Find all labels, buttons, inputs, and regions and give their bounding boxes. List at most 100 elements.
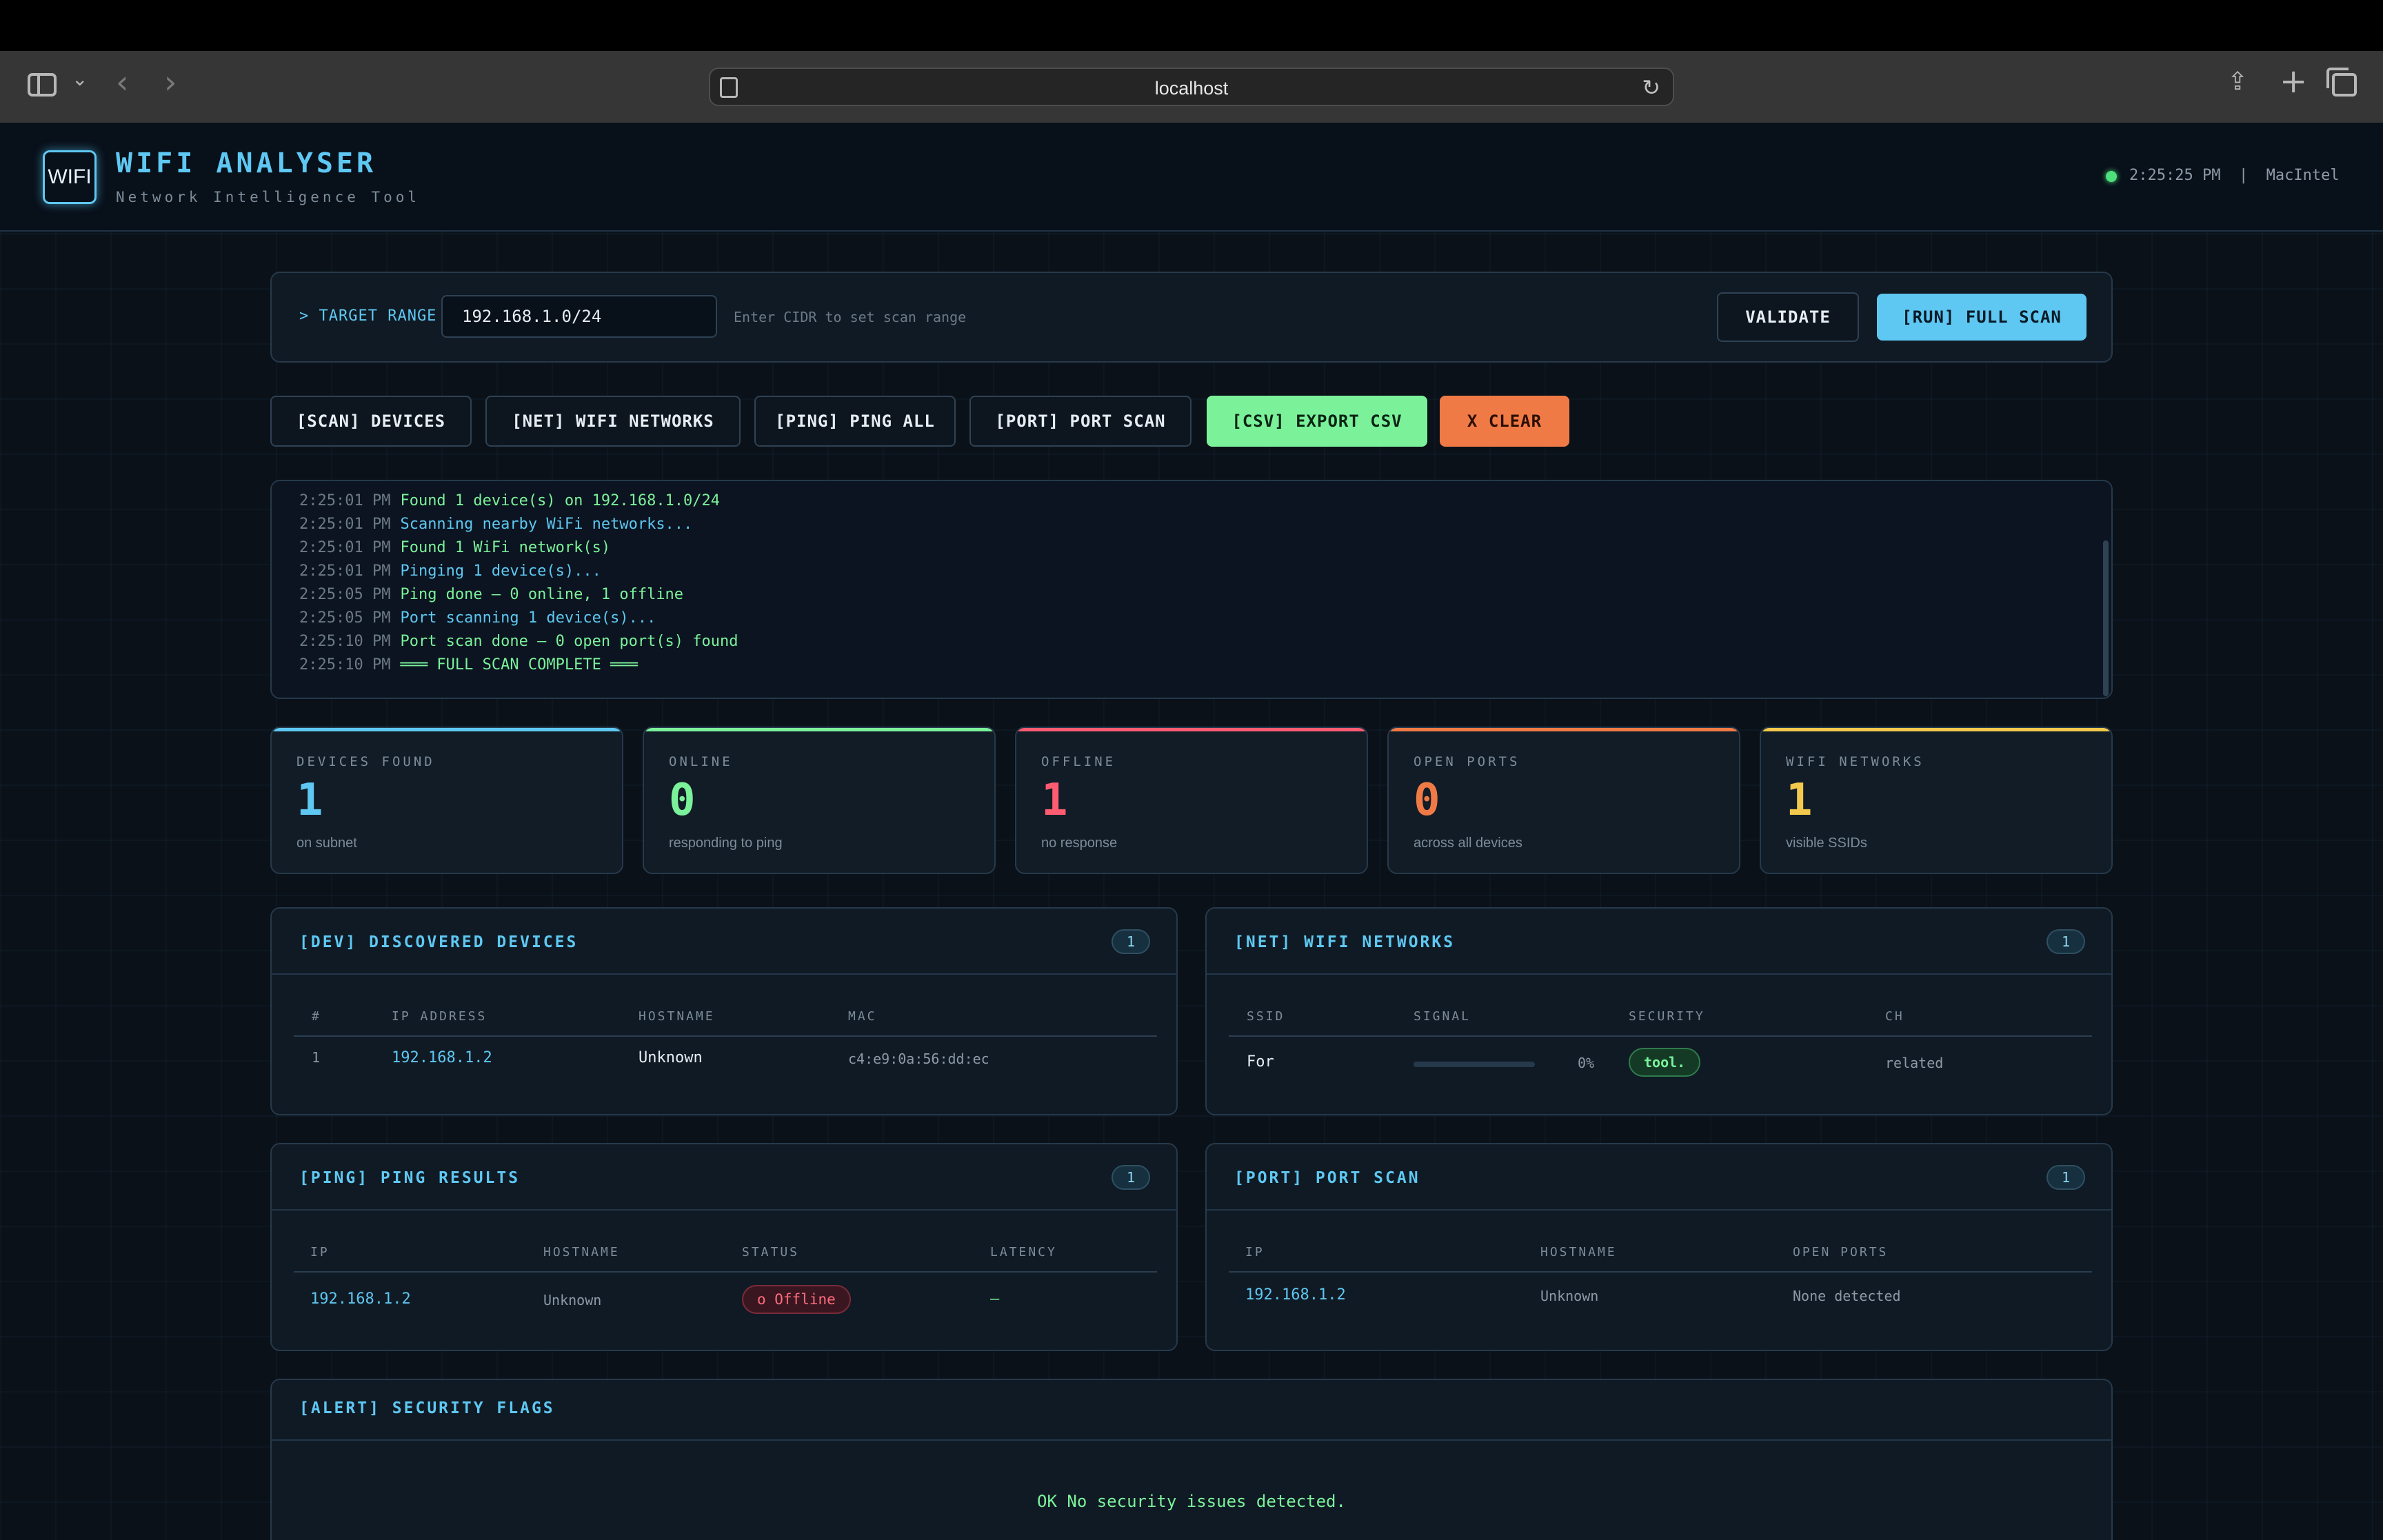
header-divider — [294, 1271, 1157, 1273]
column-header: SSID — [1247, 1009, 1285, 1024]
panel-divider — [272, 1209, 1176, 1210]
address-text: localhost — [1154, 78, 1229, 99]
device-row-ip[interactable]: 192.168.1.2 — [392, 1049, 492, 1066]
count-badge: 1 — [2047, 1165, 2085, 1190]
forward-arrow-icon[interactable]: › — [164, 63, 177, 101]
log-line: 2:25:01 PM Scanning nearby WiFi networks.… — [299, 516, 693, 533]
scan-devices-button[interactable]: [SCAN] DEVICES — [270, 396, 472, 447]
count-badge: 1 — [1112, 1165, 1150, 1190]
stat-card-open-ports: OPEN PORTS 0 across all devices — [1387, 727, 1740, 874]
back-arrow-icon[interactable]: ‹ — [116, 63, 128, 101]
app-title: WIFI ANALYSER — [116, 148, 377, 179]
target-range-hint: Enter CIDR to set scan range — [734, 309, 967, 325]
stat-sub: across all devices — [1414, 835, 1522, 851]
panel-title: [NET] WIFI NETWORKS — [1234, 933, 1456, 951]
reload-icon[interactable]: ↻ — [1642, 74, 1660, 101]
new-tab-icon[interactable]: + — [2280, 62, 2307, 101]
status-dot-icon — [2106, 171, 2117, 182]
panel-title: [ALERT] SECURITY FLAGS — [299, 1399, 555, 1417]
stat-sub: on subnet — [296, 835, 357, 851]
validate-button[interactable]: VALIDATE — [1717, 292, 1859, 342]
count-badge: 1 — [2047, 929, 2085, 954]
stat-accent-bar — [272, 728, 622, 731]
wifi-row-signal: 0% — [1578, 1055, 1595, 1071]
target-range-panel: > TARGET RANGE Enter CIDR to set scan ra… — [270, 272, 2113, 363]
target-range-label: > TARGET RANGE — [299, 307, 437, 325]
stat-sub: visible SSIDs — [1786, 835, 1867, 851]
ping-panel: [PING] PING RESULTS 1 IP HOSTNAME STATUS… — [270, 1143, 1178, 1351]
column-header: LATENCY — [990, 1245, 1057, 1259]
run-full-scan-button[interactable]: [RUN] FULL SCAN — [1877, 294, 2087, 341]
column-header: HOSTNAME — [543, 1245, 620, 1259]
ping-row-hostname: Unknown — [543, 1292, 602, 1308]
log-line: 2:25:05 PM Port scanning 1 device(s)... — [299, 609, 656, 627]
wifi-logo-icon: WIFI — [43, 150, 97, 204]
column-header: SIGNAL — [1414, 1009, 1471, 1024]
wifi-networks-button[interactable]: [NET] WIFI NETWORKS — [485, 396, 741, 447]
log-line: 2:25:01 PM Found 1 device(s) on 192.168.1… — [299, 492, 721, 509]
export-csv-button[interactable]: [CSV] EXPORT CSV — [1207, 396, 1427, 447]
column-header: STATUS — [742, 1245, 800, 1259]
device-row-hostname: Unknown — [639, 1049, 703, 1066]
log-line: 2:25:01 PM Found 1 WiFi network(s) — [299, 539, 611, 556]
device-row-mac: c4:e9:0a:56:dd:ec — [848, 1051, 989, 1067]
device-row-number: 1 — [312, 1049, 321, 1066]
port-row-hostname: Unknown — [1540, 1288, 1599, 1304]
stat-sub: no response — [1041, 835, 1118, 851]
system-menu-bar — [0, 0, 2383, 51]
stat-accent-bar — [1016, 728, 1367, 731]
stat-accent-bar — [644, 728, 994, 731]
wifi-row-channel: related — [1885, 1055, 1944, 1071]
column-header: IP — [310, 1245, 330, 1259]
column-header: MAC — [848, 1009, 877, 1024]
count-badge: 1 — [1112, 929, 1150, 954]
stat-label: ONLINE — [669, 754, 733, 769]
stat-value: 1 — [296, 775, 323, 826]
log-line: 2:25:10 PM Port scan done — 0 open port(s… — [299, 633, 738, 650]
log-line: 2:25:01 PM Pinging 1 device(s)... — [299, 563, 601, 580]
column-header: CH — [1885, 1009, 1904, 1024]
security-badge: tool. — [1629, 1048, 1701, 1077]
stat-accent-bar — [1389, 728, 1739, 731]
stat-label: WIFI NETWORKS — [1786, 754, 1924, 769]
signal-strength-bar — [1414, 1062, 1535, 1067]
app-subtitle: Network Intelligence Tool — [116, 189, 421, 205]
column-header: HOSTNAME — [639, 1009, 715, 1024]
header-divider — [1229, 1035, 2092, 1037]
scan-log-console[interactable]: 2:25:01 PM Found 1 device(s) on 192.168.1… — [270, 480, 2113, 699]
port-row-ip[interactable]: 192.168.1.2 — [1245, 1286, 1346, 1304]
app-header: WIFI WIFI ANALYSER Network Intelligence … — [0, 123, 2383, 232]
log-line: 2:25:05 PM Ping done — 0 online, 1 offlin… — [299, 586, 684, 603]
tab-overview-icon[interactable] — [2326, 68, 2357, 97]
stat-card-devices: DEVICES FOUND 1 on subnet — [270, 727, 623, 874]
stat-card-offline: OFFLINE 1 no response — [1015, 727, 1368, 874]
stat-card-wifi: WIFI NETWORKS 1 visible SSIDs — [1760, 727, 2113, 874]
security-flags-panel: [ALERT] SECURITY FLAGS OK No security is… — [270, 1379, 2113, 1540]
clear-button[interactable]: X CLEAR — [1440, 396, 1569, 447]
stat-value: 0 — [669, 775, 696, 826]
stat-value: 1 — [1041, 775, 1068, 826]
clock-platform-status: 2:25:25 PM | MacIntel — [2129, 167, 2340, 184]
browser-toolbar: ⌄ ‹ › localhost ↻ ⇪ + — [0, 51, 2383, 123]
chevron-down-icon[interactable]: ⌄ — [72, 68, 88, 90]
sidebar-toggle-icon[interactable] — [28, 73, 57, 97]
stat-value: 0 — [1414, 775, 1440, 826]
ping-all-button[interactable]: [PING] PING ALL — [754, 396, 956, 447]
wifi-row-ssid: For — [1247, 1053, 1274, 1071]
address-bar[interactable]: localhost ↻ — [709, 68, 1674, 106]
panel-title: [DEV] DISCOVERED DEVICES — [299, 933, 579, 951]
log-line: 2:25:10 PM ═══ FULL SCAN COMPLETE ═══ — [299, 656, 638, 673]
column-header: SECURITY — [1629, 1009, 1705, 1024]
header-divider — [1229, 1271, 2092, 1273]
column-header: HOSTNAME — [1540, 1245, 1617, 1259]
stat-card-online: ONLINE 0 responding to ping — [643, 727, 996, 874]
log-scrollbar[interactable] — [2103, 540, 2109, 696]
devices-panel: [DEV] DISCOVERED DEVICES 1 # IP ADDRESS … — [270, 907, 1178, 1115]
target-range-input[interactable] — [441, 295, 717, 338]
stat-label: OFFLINE — [1041, 754, 1116, 769]
port-scan-button[interactable]: [PORT] PORT SCAN — [969, 396, 1192, 447]
share-icon[interactable]: ⇪ — [2227, 68, 2248, 96]
column-header: IP ADDRESS — [392, 1009, 487, 1024]
stat-sub: responding to ping — [669, 835, 783, 851]
ping-row-ip[interactable]: 192.168.1.2 — [310, 1290, 411, 1308]
